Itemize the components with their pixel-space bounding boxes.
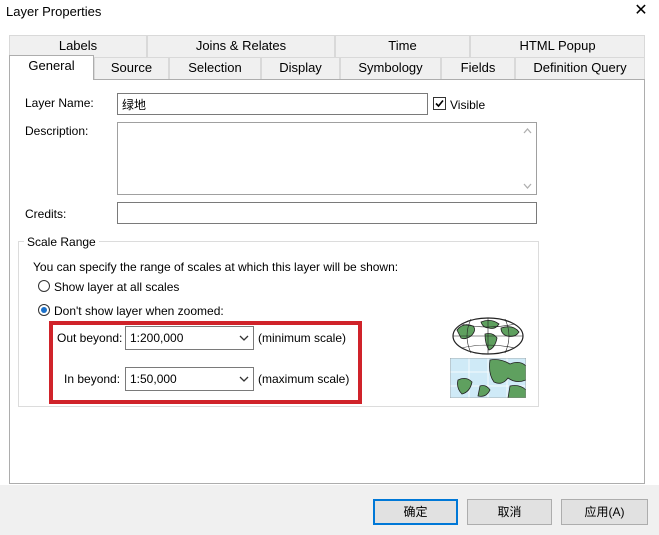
tab-display[interactable]: Display	[261, 57, 340, 79]
scroll-down-icon[interactable]	[519, 180, 536, 192]
credits-label: Credits:	[25, 207, 67, 221]
radio-selected-dot	[41, 307, 47, 313]
scale-range-intro: You can specify the range of scales at w…	[33, 260, 399, 274]
tab-symbology[interactable]: Symbology	[340, 57, 441, 79]
layer-name-input[interactable]: 绿地	[117, 93, 428, 115]
highlight-box	[49, 321, 362, 404]
tab-labels[interactable]: Labels	[9, 35, 147, 57]
checkbox-checked-icon	[435, 99, 444, 108]
close-icon[interactable]: ✕	[632, 2, 650, 20]
window-title: Layer Properties	[6, 4, 102, 19]
credits-input[interactable]	[117, 202, 537, 224]
description-label: Description:	[25, 124, 89, 138]
map-zoomed-icon	[450, 358, 526, 398]
radio-show-all-scales[interactable]	[38, 280, 50, 292]
description-textarea[interactable]	[117, 122, 537, 195]
tab-selection[interactable]: Selection	[169, 57, 261, 79]
tab-joins-relates[interactable]: Joins & Relates	[147, 35, 335, 57]
cancel-button[interactable]: 取消	[467, 499, 552, 525]
apply-button[interactable]: 应用(A)	[561, 499, 648, 525]
tab-general[interactable]: General	[9, 55, 94, 80]
radio-show-all-label[interactable]: Show layer at all scales	[54, 280, 179, 294]
radio-dont-show-zoomed[interactable]	[38, 304, 50, 316]
ok-button[interactable]: 确定	[373, 499, 458, 525]
tab-time[interactable]: Time	[335, 35, 470, 57]
tab-fields[interactable]: Fields	[441, 57, 515, 79]
tab-definition-query[interactable]: Definition Query	[515, 57, 645, 79]
radio-dont-show-label[interactable]: Don't show layer when zoomed:	[54, 304, 224, 318]
scroll-up-icon[interactable]	[519, 125, 536, 137]
tab-html-popup[interactable]: HTML Popup	[470, 35, 645, 57]
layer-name-label: Layer Name:	[25, 96, 94, 110]
scale-range-title: Scale Range	[24, 235, 99, 249]
globe-icon	[452, 317, 524, 355]
tab-source[interactable]: Source	[94, 57, 169, 79]
description-scrollbar[interactable]	[519, 123, 536, 194]
visible-checkbox[interactable]	[433, 97, 446, 110]
visible-label: Visible	[450, 98, 486, 112]
